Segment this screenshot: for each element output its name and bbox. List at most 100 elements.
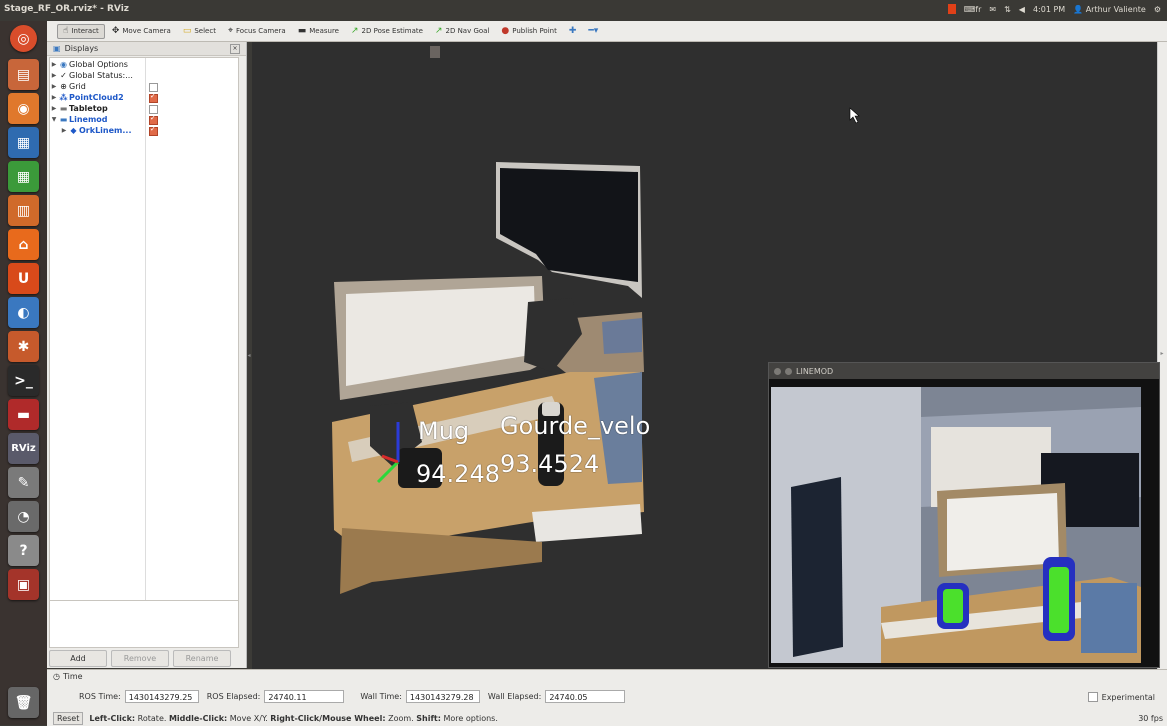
system-settings-icon[interactable]: ✱: [8, 331, 39, 362]
linemod-window-title: LINEMOD: [796, 366, 834, 376]
wall-time-field[interactable]: 1430143279.28: [405, 690, 480, 703]
object-score-gourde: 93.4524: [500, 450, 600, 478]
expand-arrow-icon[interactable]: ▶: [50, 61, 58, 68]
remove-display-button[interactable]: Remove: [111, 650, 169, 667]
mouse-cursor-icon: [849, 107, 860, 124]
tree-item-global-options[interactable]: ▶ ◉ Global Options: [50, 59, 128, 70]
network-icon[interactable]: ⇅: [1004, 5, 1011, 14]
wall-elapsed-field[interactable]: 24740.05: [545, 690, 626, 703]
software-center-icon[interactable]: ⌂: [8, 229, 39, 260]
files-icon[interactable]: ▤: [8, 59, 39, 90]
terminal-icon[interactable]: >_: [8, 365, 39, 396]
ros-elapsed-field[interactable]: 24740.11: [264, 690, 345, 703]
move-arrows-icon: ✥: [111, 25, 120, 36]
tabletop-checkbox[interactable]: [149, 105, 158, 114]
plus-icon: ✚: [568, 25, 577, 36]
system-monitor-icon[interactable]: ▬: [8, 399, 39, 430]
tree-item-label: Grid: [69, 82, 86, 91]
folder-icon: ▬: [59, 115, 68, 124]
hint-middle-click-key: Middle-Click:: [168, 714, 228, 723]
rviz-icon[interactable]: RViz: [8, 433, 39, 464]
text-editor-icon[interactable]: ✎: [8, 467, 39, 498]
close-window-icon[interactable]: [774, 367, 781, 375]
experimental-toggle[interactable]: Experimental: [1087, 692, 1155, 702]
grid-checkbox[interactable]: [149, 83, 158, 92]
settings-gear-icon[interactable]: ⚙: [1154, 5, 1161, 14]
publish-point-label: Publish Point: [512, 27, 557, 35]
add-display-button[interactable]: Add: [49, 650, 107, 667]
linemod-window[interactable]: LINEMOD: [768, 362, 1160, 668]
reset-button[interactable]: Reset: [53, 712, 84, 725]
help-icon[interactable]: ?: [8, 535, 39, 566]
tree-item-grid[interactable]: ▶ ⊕ Grid: [50, 81, 86, 92]
map-pin-icon: ●: [501, 25, 510, 36]
expand-arrow-icon[interactable]: ▶: [50, 83, 58, 90]
user-menu[interactable]: 👤 Arthur Valiente: [1073, 5, 1146, 14]
mail-icon[interactable]: ✉: [989, 5, 996, 14]
publish-point-button[interactable]: ● Publish Point: [496, 25, 561, 38]
pose-estimate-button[interactable]: ↗ 2D Pose Estimate: [346, 25, 428, 38]
pointcloud2-checkbox[interactable]: [149, 92, 158, 103]
firefox-icon[interactable]: ◉: [8, 93, 39, 124]
diamond-icon: ◆: [70, 126, 77, 135]
remove-tool-button[interactable]: ━▾: [583, 25, 603, 38]
clock[interactable]: 4:01 PM: [1033, 5, 1065, 14]
measure-button[interactable]: ▬ Measure: [293, 25, 344, 38]
linemod-titlebar[interactable]: LINEMOD: [769, 363, 1159, 379]
workspace-switcher-icon[interactable]: ▣: [8, 569, 39, 600]
expand-arrow-icon[interactable]: ▶: [50, 105, 58, 112]
rename-display-button[interactable]: Rename: [173, 650, 231, 667]
record-indicator-icon[interactable]: [947, 4, 956, 14]
dash-home-icon[interactable]: ◎: [10, 25, 37, 52]
linemod-checkbox[interactable]: [149, 114, 158, 125]
office-chair: [791, 477, 843, 657]
writer-icon[interactable]: ▦: [8, 127, 39, 158]
minimize-window-icon[interactable]: [785, 367, 792, 375]
collapse-arrow-icon[interactable]: ▼: [50, 116, 58, 123]
ubuntu-one-icon[interactable]: U: [8, 263, 39, 294]
tree-item-orklinemod[interactable]: ▶ ◆ OrkLinem...: [60, 125, 132, 136]
collapse-right-panel-icon[interactable]: ▸: [1159, 350, 1165, 360]
expand-arrow-icon[interactable]: ▶: [50, 72, 58, 79]
gourde-detection-fill: [1049, 567, 1069, 633]
tree-item-tabletop[interactable]: ▶ ▬ Tabletop: [50, 103, 108, 114]
expand-arrow-icon[interactable]: ▶: [60, 127, 68, 134]
globe-icon: ◉: [60, 60, 67, 69]
keyboard-layout-indicator[interactable]: ⌨fr: [964, 5, 982, 14]
object-label-gourde: Gourde_velo: [500, 412, 651, 440]
hint-right-click-key: Right-Click/Mouse Wheel:: [270, 714, 386, 723]
point-cloud-fragment: [430, 46, 440, 58]
tree-item-linemod[interactable]: ▼ ▬ Linemod: [50, 114, 108, 125]
trash-icon[interactable]: 🗑: [8, 687, 39, 718]
focus-target-icon: ⌖: [227, 25, 234, 36]
tree-item-pointcloud2[interactable]: ▶ ⁂ PointCloud2: [50, 92, 124, 103]
displays-tree: ▶ ◉ Global Options ▶ ✓ Global Status:... ▶ ⊕ G…: [49, 57, 239, 602]
focus-camera-button[interactable]: ⌖ Focus Camera: [223, 25, 291, 38]
close-icon[interactable]: ×: [230, 44, 240, 54]
nav-goal-button[interactable]: ↗ 2D Nav Goal: [430, 25, 494, 38]
add-tool-button[interactable]: ✚: [564, 25, 582, 38]
impress-icon[interactable]: ▥: [8, 195, 39, 226]
volume-icon[interactable]: ◀: [1019, 5, 1025, 14]
move-camera-button[interactable]: ✥ Move Camera: [107, 25, 176, 38]
ros-time-field[interactable]: 1430143279.25: [124, 690, 199, 703]
window-title: Stage_RF_OR.rviz* - RViz: [4, 4, 130, 14]
tree-item-label: Global Options: [69, 60, 128, 69]
wall-elapsed-label: Wall Elapsed:: [487, 692, 542, 701]
select-button[interactable]: ▭ Select: [178, 25, 221, 38]
tree-item-global-status[interactable]: ▶ ✓ Global Status:...: [50, 70, 133, 81]
empathy-icon[interactable]: ◐: [8, 297, 39, 328]
displays-panel-title: Displays: [64, 44, 99, 53]
grid-icon: ⊕: [60, 82, 67, 91]
orklinemod-checkbox[interactable]: [149, 125, 158, 136]
eye-app-icon[interactable]: ◔: [8, 501, 39, 532]
expand-arrow-icon[interactable]: ▶: [50, 94, 58, 101]
displays-panel: ▣ Displays × ▶ ◉ Global Options ▶ ✓ Global S…: [47, 42, 247, 668]
interact-tool-button[interactable]: ☝ Interact: [57, 23, 105, 39]
column-divider[interactable]: [145, 58, 146, 601]
experimental-label: Experimental: [1101, 692, 1155, 702]
camera-book: [1081, 583, 1137, 653]
calc-icon[interactable]: ▦: [8, 161, 39, 192]
mug-detection-fill: [943, 589, 963, 623]
experimental-checkbox[interactable]: [1087, 692, 1098, 702]
